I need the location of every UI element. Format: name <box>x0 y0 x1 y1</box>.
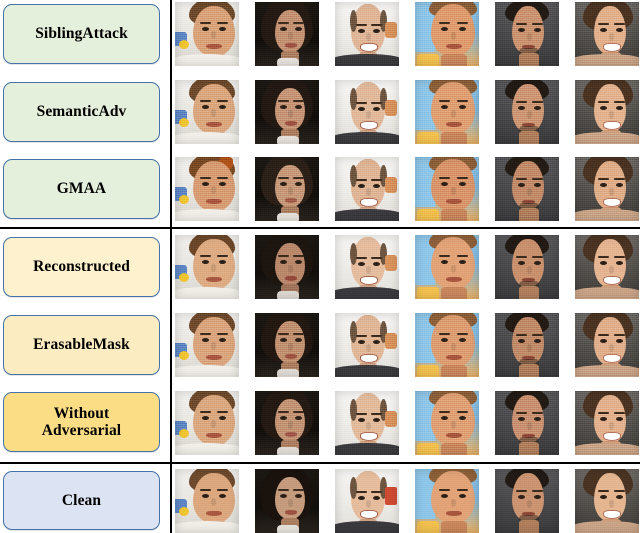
row-label-text: Clean <box>61 491 102 509</box>
row-label-reconstructed: Reconstructed <box>3 237 160 297</box>
face-thumbnail <box>255 313 319 377</box>
face-thumbnail <box>575 235 639 299</box>
face-thumbnail <box>415 157 479 221</box>
row-label-without-adversarial: Without Adversarial <box>3 392 160 452</box>
face-thumbnail <box>495 157 559 221</box>
face-thumbnail <box>415 2 479 66</box>
face-thumbnail <box>495 469 559 533</box>
vertical-divider <box>170 0 172 227</box>
face-thumbnail <box>255 391 319 455</box>
face-thumbnail <box>255 235 319 299</box>
group-separator-2 <box>0 462 640 464</box>
face-thumbnail <box>335 157 399 221</box>
row-label-clean: Clean <box>3 471 160 530</box>
face-thumbnail <box>415 313 479 377</box>
face-thumbnail <box>575 157 639 221</box>
face-thumbnail <box>495 80 559 144</box>
row-label-text: SemanticAdv <box>36 103 127 121</box>
face-thumbnail <box>415 80 479 144</box>
face-thumbnail <box>335 391 399 455</box>
face-thumbnail <box>255 80 319 144</box>
row-label-text: SiblingAttack <box>35 25 128 43</box>
comparison-figure: SiblingAttack SemanticAdv GMAA Reconstru… <box>0 0 640 533</box>
face-thumbnail <box>175 469 239 533</box>
row-label-erasable-mask: ErasableMask <box>3 315 160 375</box>
face-thumbnail <box>335 469 399 533</box>
group-separator-1 <box>0 227 640 229</box>
face-thumbnail <box>495 313 559 377</box>
face-thumbnail <box>495 2 559 66</box>
face-thumbnail <box>415 235 479 299</box>
face-thumbnail <box>335 313 399 377</box>
row-label-text: GMAA <box>56 180 107 198</box>
vertical-divider <box>170 229 172 462</box>
face-thumbnail <box>175 157 239 221</box>
face-thumbnail <box>495 235 559 299</box>
face-thumbnail <box>335 80 399 144</box>
row-label-text-line1: Without <box>53 404 110 422</box>
face-thumbnail <box>175 313 239 377</box>
face-thumbnail <box>575 80 639 144</box>
face-thumbnail <box>175 391 239 455</box>
row-label-text: Reconstructed <box>33 258 130 276</box>
face-thumbnail <box>575 469 639 533</box>
row-label-sibling-attack: SiblingAttack <box>3 4 160 64</box>
face-thumbnail <box>415 469 479 533</box>
row-label-gmaa: GMAA <box>3 159 160 219</box>
face-thumbnail <box>175 2 239 66</box>
face-thumbnail <box>415 391 479 455</box>
row-label-text: ErasableMask <box>33 336 130 354</box>
face-thumbnail <box>175 80 239 144</box>
face-thumbnail <box>575 391 639 455</box>
vertical-divider <box>170 464 172 533</box>
face-thumbnail <box>255 2 319 66</box>
face-thumbnail <box>255 157 319 221</box>
face-thumbnail <box>575 313 639 377</box>
row-label-semantic-adv: SemanticAdv <box>3 82 160 142</box>
face-thumbnail <box>175 235 239 299</box>
face-thumbnail <box>335 2 399 66</box>
face-thumbnail <box>335 235 399 299</box>
face-thumbnail <box>495 391 559 455</box>
row-label-text-line2: Adversarial <box>41 422 122 439</box>
face-thumbnail <box>575 2 639 66</box>
face-thumbnail <box>255 469 319 533</box>
